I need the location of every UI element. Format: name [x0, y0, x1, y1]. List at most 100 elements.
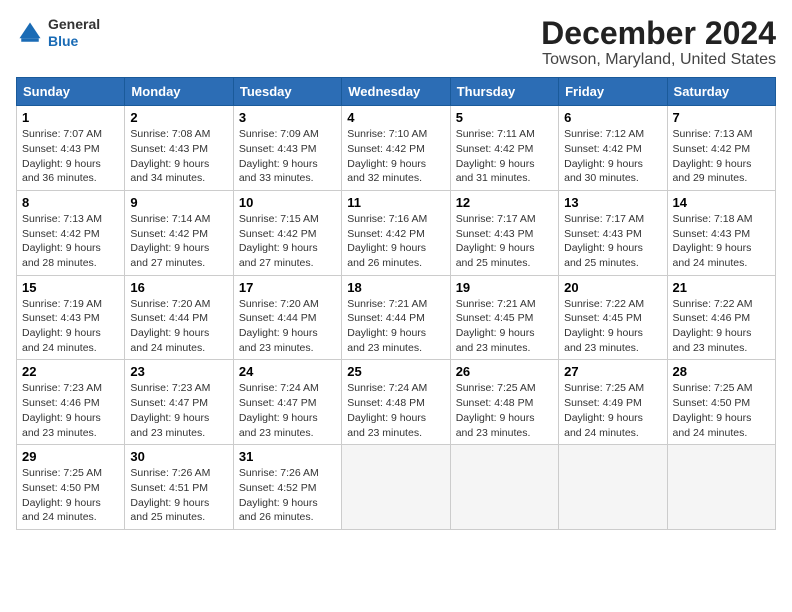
sunrise-label: Sunrise: 7:19 AM	[22, 298, 102, 310]
day-info: Sunrise: 7:17 AM Sunset: 4:43 PM Dayligh…	[564, 212, 661, 271]
calendar-cell: 13 Sunrise: 7:17 AM Sunset: 4:43 PM Dayl…	[559, 190, 667, 275]
col-sunday: Sunday	[17, 78, 125, 106]
day-info: Sunrise: 7:13 AM Sunset: 4:42 PM Dayligh…	[673, 127, 770, 186]
calendar-cell: 26 Sunrise: 7:25 AM Sunset: 4:48 PM Dayl…	[450, 360, 558, 445]
day-info: Sunrise: 7:11 AM Sunset: 4:42 PM Dayligh…	[456, 127, 553, 186]
calendar-cell: 12 Sunrise: 7:17 AM Sunset: 4:43 PM Dayl…	[450, 190, 558, 275]
day-info: Sunrise: 7:07 AM Sunset: 4:43 PM Dayligh…	[22, 127, 119, 186]
calendar-week-2: 8 Sunrise: 7:13 AM Sunset: 4:42 PM Dayli…	[17, 190, 776, 275]
sunrise-label: Sunrise: 7:07 AM	[22, 128, 102, 140]
daylight-label: Daylight: 9 hours and 23 minutes.	[239, 412, 318, 439]
sunset-label: Sunset: 4:43 PM	[456, 228, 534, 240]
sunset-label: Sunset: 4:48 PM	[456, 397, 534, 409]
calendar-cell: 16 Sunrise: 7:20 AM Sunset: 4:44 PM Dayl…	[125, 275, 233, 360]
logo: General Blue	[16, 16, 100, 50]
logo-icon	[16, 19, 44, 47]
day-info: Sunrise: 7:08 AM Sunset: 4:43 PM Dayligh…	[130, 127, 227, 186]
col-saturday: Saturday	[667, 78, 775, 106]
day-info: Sunrise: 7:13 AM Sunset: 4:42 PM Dayligh…	[22, 212, 119, 271]
calendar-table: Sunday Monday Tuesday Wednesday Thursday…	[16, 77, 776, 530]
logo-text: General Blue	[48, 16, 100, 50]
daylight-label: Daylight: 9 hours and 36 minutes.	[22, 158, 101, 185]
day-number: 10	[239, 195, 336, 210]
day-number: 24	[239, 364, 336, 379]
daylight-label: Daylight: 9 hours and 23 minutes.	[347, 412, 426, 439]
day-number: 2	[130, 110, 227, 125]
sunrise-label: Sunrise: 7:22 AM	[673, 298, 753, 310]
day-info: Sunrise: 7:22 AM Sunset: 4:46 PM Dayligh…	[673, 297, 770, 356]
calendar-week-4: 22 Sunrise: 7:23 AM Sunset: 4:46 PM Dayl…	[17, 360, 776, 445]
daylight-label: Daylight: 9 hours and 23 minutes.	[239, 327, 318, 354]
day-info: Sunrise: 7:12 AM Sunset: 4:42 PM Dayligh…	[564, 127, 661, 186]
daylight-label: Daylight: 9 hours and 25 minutes.	[456, 242, 535, 269]
day-info: Sunrise: 7:25 AM Sunset: 4:50 PM Dayligh…	[673, 381, 770, 440]
day-number: 25	[347, 364, 444, 379]
daylight-label: Daylight: 9 hours and 26 minutes.	[239, 497, 318, 524]
sunrise-label: Sunrise: 7:09 AM	[239, 128, 319, 140]
calendar-cell: 19 Sunrise: 7:21 AM Sunset: 4:45 PM Dayl…	[450, 275, 558, 360]
sunset-label: Sunset: 4:42 PM	[673, 143, 751, 155]
calendar-cell: 5 Sunrise: 7:11 AM Sunset: 4:42 PM Dayli…	[450, 106, 558, 191]
sunrise-label: Sunrise: 7:18 AM	[673, 213, 753, 225]
sunset-label: Sunset: 4:43 PM	[239, 143, 317, 155]
daylight-label: Daylight: 9 hours and 23 minutes.	[673, 327, 752, 354]
calendar-cell: 2 Sunrise: 7:08 AM Sunset: 4:43 PM Dayli…	[125, 106, 233, 191]
day-number: 8	[22, 195, 119, 210]
day-number: 12	[456, 195, 553, 210]
sunset-label: Sunset: 4:47 PM	[130, 397, 208, 409]
sunset-label: Sunset: 4:49 PM	[564, 397, 642, 409]
calendar-title: December 2024	[541, 16, 776, 51]
daylight-label: Daylight: 9 hours and 30 minutes.	[564, 158, 643, 185]
sunset-label: Sunset: 4:52 PM	[239, 482, 317, 494]
col-monday: Monday	[125, 78, 233, 106]
day-number: 30	[130, 449, 227, 464]
calendar-cell: 29 Sunrise: 7:25 AM Sunset: 4:50 PM Dayl…	[17, 445, 125, 530]
day-info: Sunrise: 7:20 AM Sunset: 4:44 PM Dayligh…	[239, 297, 336, 356]
sunrise-label: Sunrise: 7:08 AM	[130, 128, 210, 140]
calendar-cell: 8 Sunrise: 7:13 AM Sunset: 4:42 PM Dayli…	[17, 190, 125, 275]
calendar-cell: 6 Sunrise: 7:12 AM Sunset: 4:42 PM Dayli…	[559, 106, 667, 191]
day-number: 22	[22, 364, 119, 379]
day-info: Sunrise: 7:20 AM Sunset: 4:44 PM Dayligh…	[130, 297, 227, 356]
sunrise-label: Sunrise: 7:15 AM	[239, 213, 319, 225]
sunrise-label: Sunrise: 7:23 AM	[22, 382, 102, 394]
day-number: 29	[22, 449, 119, 464]
day-number: 6	[564, 110, 661, 125]
calendar-cell: 23 Sunrise: 7:23 AM Sunset: 4:47 PM Dayl…	[125, 360, 233, 445]
sunrise-label: Sunrise: 7:12 AM	[564, 128, 644, 140]
day-number: 21	[673, 280, 770, 295]
sunset-label: Sunset: 4:45 PM	[456, 312, 534, 324]
day-number: 9	[130, 195, 227, 210]
calendar-cell: 28 Sunrise: 7:25 AM Sunset: 4:50 PM Dayl…	[667, 360, 775, 445]
sunrise-label: Sunrise: 7:16 AM	[347, 213, 427, 225]
day-number: 7	[673, 110, 770, 125]
day-info: Sunrise: 7:18 AM Sunset: 4:43 PM Dayligh…	[673, 212, 770, 271]
daylight-label: Daylight: 9 hours and 24 minutes.	[564, 412, 643, 439]
calendar-cell	[450, 445, 558, 530]
calendar-cell	[559, 445, 667, 530]
sunset-label: Sunset: 4:42 PM	[456, 143, 534, 155]
calendar-cell: 7 Sunrise: 7:13 AM Sunset: 4:42 PM Dayli…	[667, 106, 775, 191]
sunrise-label: Sunrise: 7:24 AM	[239, 382, 319, 394]
day-number: 4	[347, 110, 444, 125]
sunset-label: Sunset: 4:42 PM	[347, 228, 425, 240]
calendar-cell: 22 Sunrise: 7:23 AM Sunset: 4:46 PM Dayl…	[17, 360, 125, 445]
calendar-cell: 14 Sunrise: 7:18 AM Sunset: 4:43 PM Dayl…	[667, 190, 775, 275]
sunrise-label: Sunrise: 7:13 AM	[22, 213, 102, 225]
daylight-label: Daylight: 9 hours and 28 minutes.	[22, 242, 101, 269]
sunset-label: Sunset: 4:50 PM	[673, 397, 751, 409]
daylight-label: Daylight: 9 hours and 23 minutes.	[564, 327, 643, 354]
sunset-label: Sunset: 4:44 PM	[239, 312, 317, 324]
sunset-label: Sunset: 4:43 PM	[673, 228, 751, 240]
day-info: Sunrise: 7:16 AM Sunset: 4:42 PM Dayligh…	[347, 212, 444, 271]
daylight-label: Daylight: 9 hours and 25 minutes.	[130, 497, 209, 524]
sunset-label: Sunset: 4:44 PM	[130, 312, 208, 324]
day-number: 27	[564, 364, 661, 379]
day-number: 16	[130, 280, 227, 295]
sunset-label: Sunset: 4:50 PM	[22, 482, 100, 494]
day-info: Sunrise: 7:25 AM Sunset: 4:49 PM Dayligh…	[564, 381, 661, 440]
sunrise-label: Sunrise: 7:25 AM	[456, 382, 536, 394]
day-number: 1	[22, 110, 119, 125]
daylight-label: Daylight: 9 hours and 23 minutes.	[130, 412, 209, 439]
day-info: Sunrise: 7:25 AM Sunset: 4:50 PM Dayligh…	[22, 466, 119, 525]
